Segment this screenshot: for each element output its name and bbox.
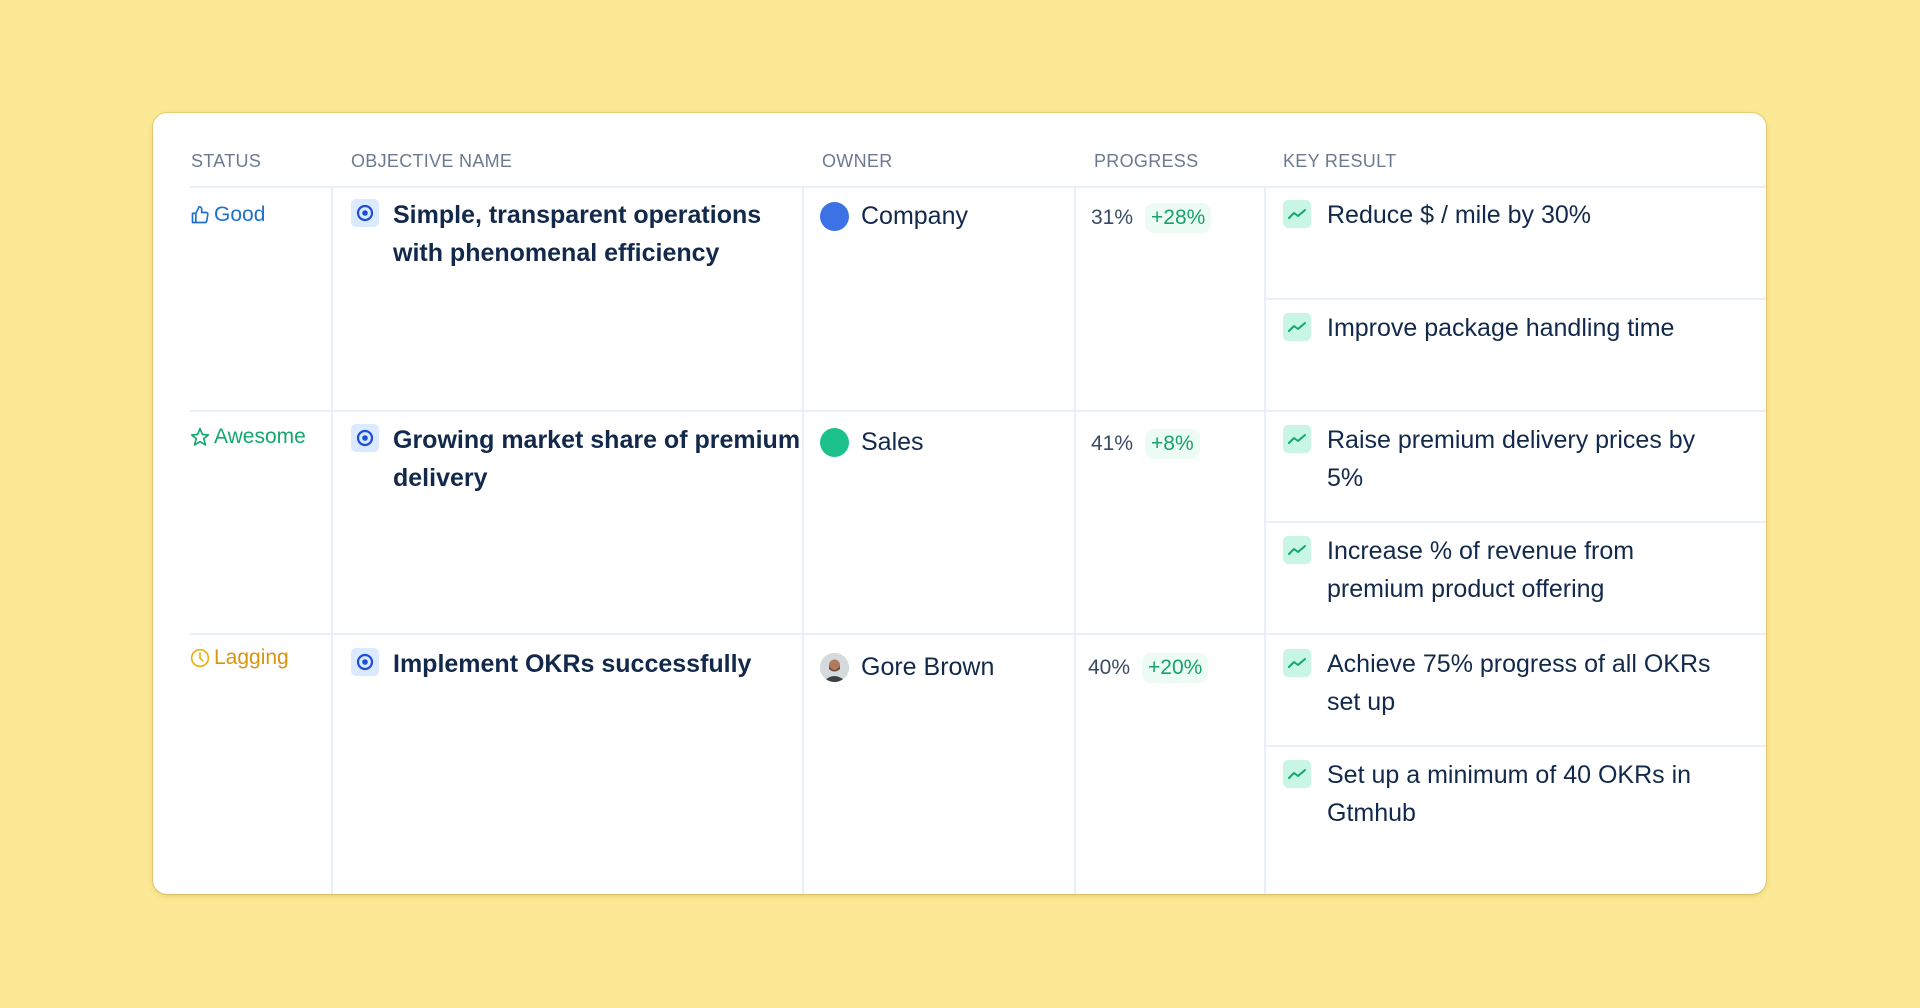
owner-cell[interactable]: Sales	[820, 428, 924, 457]
header-key-result[interactable]: KEY RESULT	[1283, 151, 1396, 172]
owner-name: Company	[861, 202, 968, 230]
objective-item[interactable]: Simple, transparent operations with phen…	[351, 196, 801, 272]
header-objective-name[interactable]: OBJECTIVE NAME	[351, 151, 512, 172]
key-result-text: Set up a minimum of 40 OKRs in Gtmhub	[1327, 761, 1692, 827]
trend-up-icon	[1283, 649, 1311, 677]
key-result-divider	[1265, 745, 1766, 747]
key-result-item[interactable]: Set up a minimum of 40 OKRs in Gtmhub	[1283, 756, 1723, 832]
trend-up-icon	[1283, 536, 1311, 564]
key-result-divider	[1265, 521, 1766, 523]
key-result-text: Increase % of revenue from premium produ…	[1327, 537, 1635, 603]
owner-name: Gore Brown	[861, 653, 995, 681]
objective-item[interactable]: Growing market share of premium delivery	[351, 421, 801, 497]
key-result-text: Reduce $ / mile by 30%	[1327, 201, 1592, 229]
header-status[interactable]: STATUS	[191, 151, 261, 172]
column-divider	[331, 187, 333, 894]
target-icon	[351, 648, 379, 676]
key-result-item[interactable]: Reduce $ / mile by 30%	[1283, 196, 1723, 234]
target-icon	[351, 199, 379, 227]
objective-name: Growing market share of premium delivery	[393, 426, 801, 492]
column-divider	[1074, 187, 1076, 894]
trend-up-icon	[1283, 313, 1311, 341]
key-result-item[interactable]: Achieve 75% progress of all OKRs set up	[1283, 645, 1723, 721]
header-divider	[190, 186, 1766, 188]
row-divider	[190, 633, 1766, 635]
progress-change-badge: +28%	[1145, 203, 1212, 233]
trend-up-icon	[1283, 425, 1311, 453]
owner-cell[interactable]: Gore Brown	[820, 653, 994, 682]
status-label: Lagging	[214, 646, 289, 669]
objective-name: Implement OKRs successfully	[393, 650, 752, 678]
header-progress[interactable]: PROGRESS	[1094, 151, 1198, 172]
key-result-text: Achieve 75% progress of all OKRs set up	[1327, 650, 1711, 716]
key-result-divider	[1265, 298, 1766, 300]
avatar	[820, 653, 849, 682]
row-divider	[190, 410, 1766, 412]
status-badge-awesome[interactable]: Awesome	[190, 425, 306, 449]
key-result-item[interactable]: Increase % of revenue from premium produ…	[1283, 532, 1723, 608]
owner-name: Sales	[861, 428, 924, 456]
target-icon	[351, 424, 379, 452]
status-badge-lagging[interactable]: Lagging	[190, 646, 289, 670]
star-icon	[190, 427, 210, 447]
progress-cell: 41% +8%	[1091, 429, 1200, 459]
status-label: Awesome	[214, 425, 306, 448]
column-divider	[802, 187, 804, 894]
progress-percent: 31%	[1091, 206, 1134, 229]
owner-cell[interactable]: Company	[820, 202, 968, 231]
okr-table-card: STATUS OBJECTIVE NAME OWNER PROGRESS KEY…	[153, 113, 1766, 894]
progress-percent: 40%	[1088, 656, 1131, 679]
key-result-item[interactable]: Raise premium delivery prices by 5%	[1283, 421, 1723, 497]
key-result-text: Improve package handling time	[1327, 314, 1675, 342]
objective-name: Simple, transparent operations with phen…	[393, 201, 762, 267]
column-divider	[1264, 187, 1266, 894]
trend-up-icon	[1283, 760, 1311, 788]
progress-cell: 31% +28%	[1091, 203, 1212, 233]
progress-change-badge: +8%	[1145, 429, 1200, 459]
status-label: Good	[214, 203, 266, 226]
clock-icon	[190, 648, 210, 668]
key-result-text: Raise premium delivery prices by 5%	[1327, 426, 1696, 492]
progress-percent: 41%	[1091, 432, 1134, 455]
owner-color-dot	[820, 428, 849, 457]
status-badge-good[interactable]: Good	[190, 203, 265, 227]
header-owner[interactable]: OWNER	[822, 151, 893, 172]
thumbs-up-icon	[190, 205, 210, 225]
owner-color-dot	[820, 202, 849, 231]
progress-change-badge: +20%	[1142, 653, 1209, 683]
objective-item[interactable]: Implement OKRs successfully	[351, 645, 801, 683]
key-result-item[interactable]: Improve package handling time	[1283, 309, 1723, 347]
trend-up-icon	[1283, 200, 1311, 228]
progress-cell: 40% +20%	[1088, 653, 1209, 683]
